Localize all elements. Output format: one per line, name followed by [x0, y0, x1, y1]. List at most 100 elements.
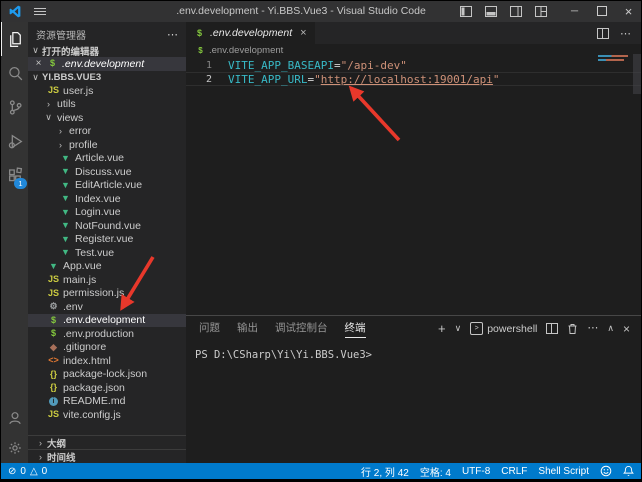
timeline-section-header[interactable]: › 时间线 [28, 449, 186, 463]
tree-item-user.js[interactable]: JSuser.js [28, 84, 186, 98]
vue-file-icon: ▼ [60, 235, 71, 244]
tree-item-Login.vue[interactable]: ▼Login.vue [28, 206, 186, 220]
tree-item-utils[interactable]: ›utils [28, 98, 186, 112]
tree-item-label: Index.vue [75, 193, 121, 205]
vue-file-icon: ▼ [60, 154, 71, 163]
tree-item-permission.js[interactable]: JSpermission.js [28, 287, 186, 301]
vue-file-icon: ▼ [60, 208, 71, 217]
maximize-icon [597, 6, 607, 16]
activity-search-button[interactable] [0, 56, 28, 90]
toggle-panel-icon[interactable] [485, 6, 497, 17]
open-editors-header[interactable]: ∨ 打开的编辑器 [28, 44, 186, 57]
open-editor-item[interactable]: × $ .env.development [28, 57, 186, 71]
errors-icon: ⊘ [8, 466, 16, 477]
bottom-panel: 问题输出调试控制台终端 + ∨ > powershell ⋯ ∧ × PS D:… [186, 315, 642, 463]
tree-item-label: package-lock.json [63, 368, 147, 380]
close-editor-icon[interactable]: × [34, 58, 43, 69]
editor-more-actions-icon[interactable]: ⋯ [620, 27, 631, 40]
errors-count: 0 [20, 466, 26, 477]
sidebar-more-actions-icon[interactable]: ⋯ [167, 28, 178, 41]
tree-item-profile[interactable]: ›profile [28, 138, 186, 152]
tab-close-icon[interactable]: × [300, 27, 306, 39]
vscode-logo-icon [9, 5, 22, 18]
vue-file-icon: ▼ [60, 221, 71, 230]
close-window-button[interactable]: × [615, 0, 642, 22]
activity-run-debug-button[interactable] [0, 124, 28, 158]
tree-item-Article.vue[interactable]: ▼Article.vue [28, 152, 186, 166]
panel-tab-调试控制台[interactable]: 调试控制台 [275, 320, 328, 338]
env-file-icon: $ [196, 47, 205, 55]
panel-tab-输出[interactable]: 输出 [237, 320, 258, 338]
tree-item-Index.vue[interactable]: ▼Index.vue [28, 192, 186, 206]
chevron-right-icon: › [36, 452, 45, 462]
status-item[interactable]: 空格: 4 [420, 464, 451, 479]
panel-tab-终端[interactable]: 终端 [345, 320, 366, 338]
menu-icon[interactable] [34, 8, 46, 15]
account-button[interactable] [0, 403, 28, 433]
minimap[interactable] [598, 55, 628, 63]
tree-item-package-lock.json[interactable]: {}package-lock.json [28, 368, 186, 382]
activity-extensions-button[interactable]: 1 [0, 158, 28, 192]
tree-item-vite.config.js[interactable]: JSvite.config.js [28, 408, 186, 422]
tab-env-development[interactable]: $ .env.development × [186, 22, 315, 44]
new-terminal-icon[interactable]: + [438, 322, 446, 335]
tree-item-label: views [57, 112, 83, 124]
js-file-icon: JS [48, 86, 59, 95]
maximize-panel-icon[interactable]: ∧ [607, 324, 614, 333]
tree-item-README.md[interactable]: iREADME.md [28, 395, 186, 409]
notifications-bell-icon[interactable] [623, 465, 634, 477]
activity-explorer-button[interactable] [0, 22, 28, 56]
url-link[interactable]: http://localhost:19001/api [321, 73, 493, 86]
tree-item-NotFound.vue[interactable]: ▼NotFound.vue [28, 219, 186, 233]
toggle-secondary-sidebar-icon[interactable] [510, 6, 522, 17]
panel-more-actions-icon[interactable]: ⋯ [587, 323, 598, 334]
tree-item-package.json[interactable]: {}package.json [28, 381, 186, 395]
split-editor-icon[interactable] [597, 28, 609, 39]
html-file-icon: <> [48, 356, 59, 365]
breadcrumb[interactable]: $ .env.development [186, 44, 642, 57]
maximize-button[interactable] [588, 0, 615, 22]
tree-item-Register.vue[interactable]: ▼Register.vue [28, 233, 186, 247]
tree-item-views[interactable]: ∨views [28, 111, 186, 125]
settings-button[interactable] [0, 433, 28, 463]
tree-item-index.html[interactable]: <> index.html [28, 354, 186, 368]
tree-item-.env[interactable]: ⚙.env [28, 300, 186, 314]
minimize-button[interactable]: ─ [561, 0, 588, 22]
terminal-dropdown-icon[interactable]: ∨ [455, 324, 462, 333]
terminal-prompt: PS D:\CSharp\Yi\Yi.BBS.Vue3> [195, 349, 372, 361]
tree-item-.gitignore[interactable]: ◆.gitignore [28, 341, 186, 355]
tree-item-.env.development[interactable]: $.env.development [28, 314, 186, 328]
status-item[interactable]: CRLF [501, 466, 527, 477]
code-line-2[interactable]: 2VITE_APP_URL="http://localhost:19001/ap… [186, 72, 642, 86]
tree-item-EditArticle.vue[interactable]: ▼EditArticle.vue [28, 179, 186, 193]
status-item[interactable]: UTF-8 [462, 466, 490, 477]
kill-terminal-icon[interactable] [567, 323, 578, 335]
shell-selector[interactable]: > powershell [470, 322, 537, 335]
problems-status[interactable]: ⊘ 0 △ 0 [8, 466, 47, 477]
tree-item-.env.production[interactable]: $.env.production [28, 327, 186, 341]
explorer-icon [7, 31, 24, 48]
editor-scrollbar[interactable] [633, 54, 642, 94]
close-panel-icon[interactable]: × [623, 323, 630, 335]
status-item[interactable]: 行 2, 列 42 [361, 464, 409, 479]
tab-label: .env.development [210, 27, 292, 39]
project-root-header[interactable]: ∨ YI.BBS.VUE3 [28, 71, 186, 85]
tree-item-main.js[interactable]: JSmain.js [28, 273, 186, 287]
customize-layout-icon[interactable] [535, 6, 547, 17]
tree-item-Test.vue[interactable]: ▼Test.vue [28, 246, 186, 260]
status-item[interactable]: Shell Script [538, 466, 589, 477]
tree-item-App.vue[interactable]: ▼App.vue [28, 260, 186, 274]
terminal-output[interactable]: PS D:\CSharp\Yi\Yi.BBS.Vue3> [186, 341, 642, 361]
tree-item-error[interactable]: ›error [28, 125, 186, 139]
code-line-1[interactable]: 1VITE_APP_BASEAPI="/api-dev" [186, 58, 642, 72]
env-file-icon: $ [47, 59, 58, 68]
gear-icon [7, 440, 23, 456]
outline-section-header[interactable]: › 大纲 [28, 435, 186, 449]
feedback-smiley-icon[interactable] [600, 465, 612, 477]
activity-source-control-button[interactable] [0, 90, 28, 124]
tree-item-label: index.html [63, 355, 111, 367]
chevron-right-icon: › [56, 140, 65, 150]
tree-item-Discuss.vue[interactable]: ▼Discuss.vue [28, 165, 186, 179]
panel-tab-问题[interactable]: 问题 [199, 320, 220, 338]
split-terminal-icon[interactable] [546, 323, 558, 334]
